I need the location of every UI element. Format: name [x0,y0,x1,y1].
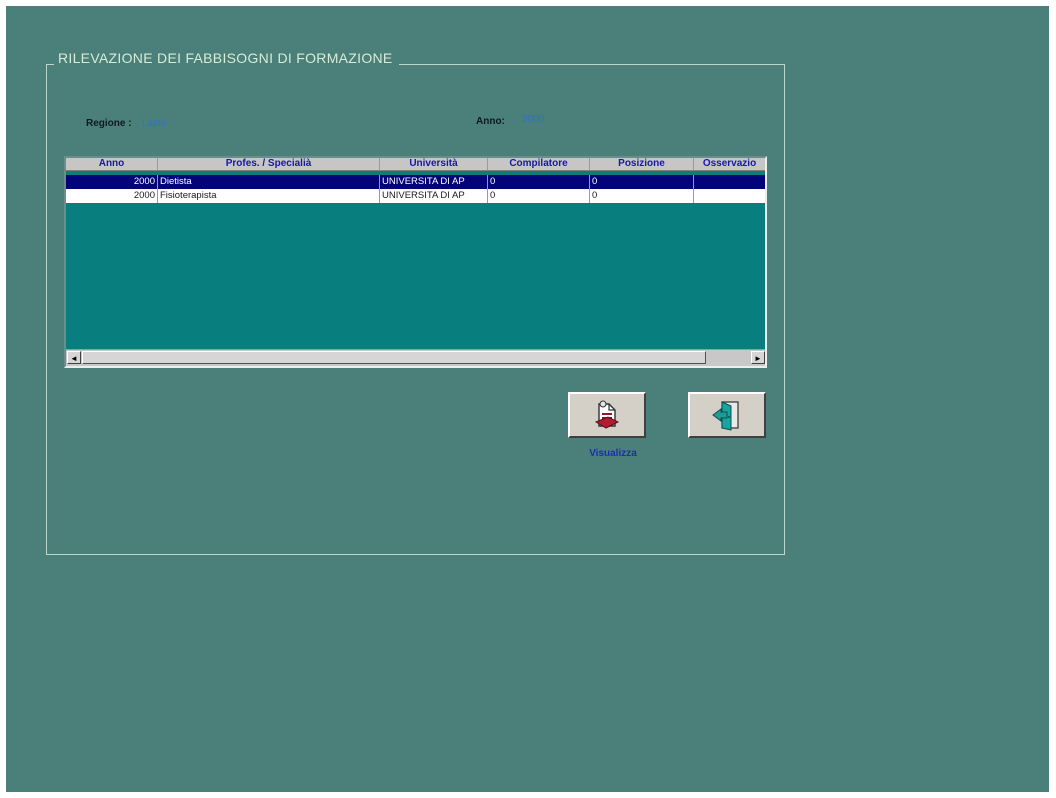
scroll-thumb[interactable] [82,351,706,364]
visualizza-button[interactable] [568,392,646,438]
exit-door-icon [712,401,739,431]
column-header-anno[interactable]: Anno [66,158,158,170]
anno-label: Anno: [476,116,505,127]
cell-universita[interactable]: UNIVERSITA DI AP [380,189,488,203]
column-header-professione[interactable]: Profes. / Specialià [158,158,380,170]
report-view-icon [594,400,620,429]
cell-osservazioni[interactable] [694,175,765,189]
cell-compilatore[interactable]: 0 [488,189,590,203]
results-grid[interactable]: Anno Profes. / Specialià Università Comp… [64,156,767,368]
cell-professione[interactable]: Dietista [158,175,380,189]
visualizza-button-label[interactable]: Visualizza [572,448,654,459]
column-header-posizione[interactable]: Posizione [590,158,694,170]
cell-compilatore[interactable]: 0 [488,175,590,189]
scroll-right-button[interactable]: ► [751,351,765,364]
cell-anno[interactable]: 2000 [66,189,158,203]
scroll-left-button[interactable]: ◄ [67,351,81,364]
cell-posizione[interactable]: 0 [590,175,694,189]
cell-posizione[interactable]: 0 [590,189,694,203]
table-row[interactable]: 2000 Fisioterapista UNIVERSITA DI AP 0 0 [66,189,765,203]
horizontal-scrollbar[interactable]: ◄ ► [66,349,765,366]
form-window: RILEVAZIONE DEI FABBISOGNI DI FORMAZIONE… [6,6,1049,792]
cell-professione[interactable]: Fisioterapista [158,189,380,203]
cell-osservazioni[interactable] [694,189,765,203]
cell-anno[interactable]: 2000 [66,175,158,189]
grid-header: Anno Profes. / Specialià Università Comp… [66,158,765,171]
anno-value: 2000 [522,114,545,125]
cell-universita[interactable]: UNIVERSITA DI AP [380,175,488,189]
regione-value: Lazio [142,118,166,129]
column-header-universita[interactable]: Università [380,158,488,170]
column-header-compilatore[interactable]: Compilatore [488,158,590,170]
column-header-osservazioni[interactable]: Osservazio [694,158,765,170]
form-title: RILEVAZIONE DEI FABBISOGNI DI FORMAZIONE [54,50,399,66]
exit-button[interactable] [688,392,766,438]
table-row[interactable]: 2000 Dietista UNIVERSITA DI AP 0 0 [66,175,765,189]
regione-label: Regione : [86,118,132,129]
